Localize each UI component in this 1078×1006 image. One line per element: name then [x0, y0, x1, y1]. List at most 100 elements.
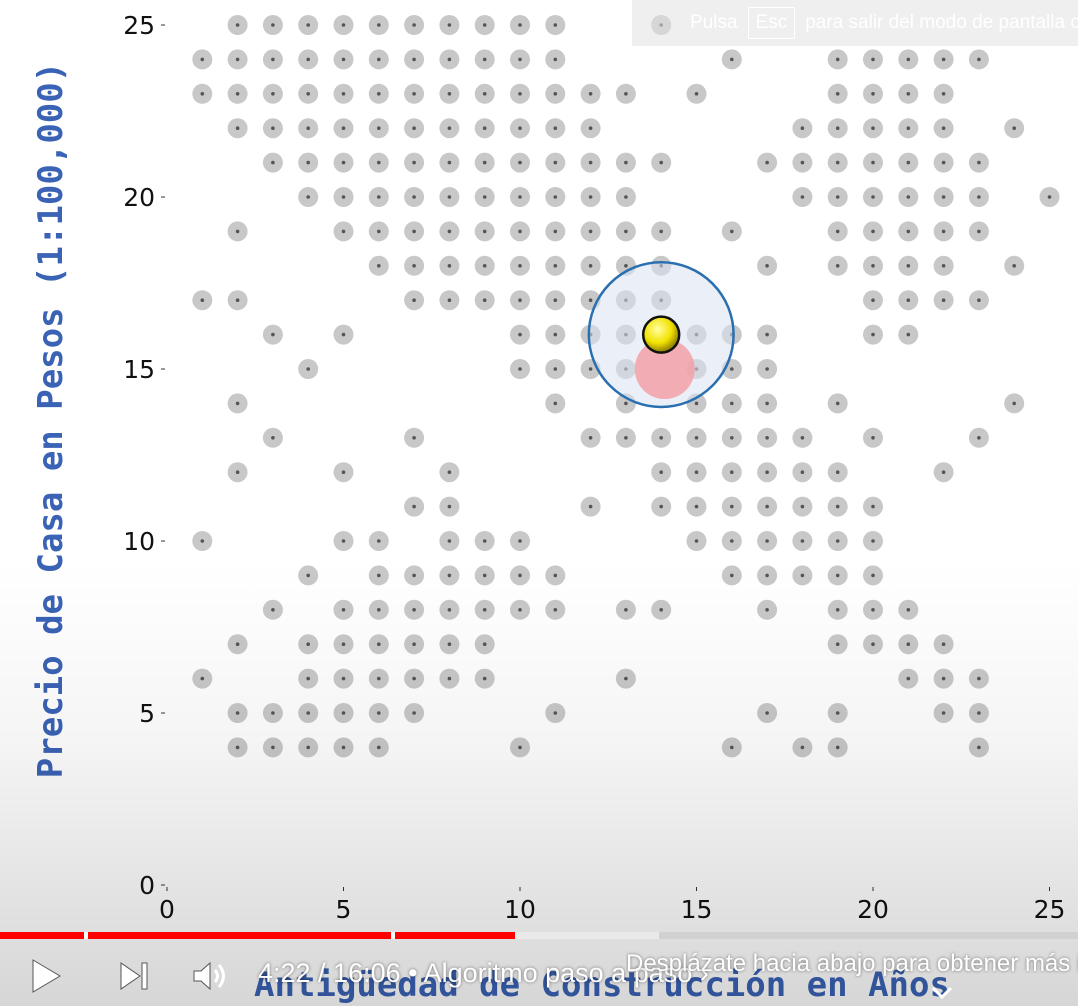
data-point-center: [518, 23, 522, 27]
data-point-center: [447, 126, 452, 130]
data-point-center: [306, 676, 311, 681]
x-tick-label: 25: [1034, 895, 1066, 924]
data-point-center: [835, 229, 840, 234]
data-point-center: [624, 264, 628, 268]
data-point: [474, 187, 495, 207]
data-point-center: [271, 160, 275, 165]
next-button[interactable]: [106, 945, 162, 1006]
video-frame[interactable]: 0 5 10 15 20 25 0 5 10 15 20 25 Precio de Casa en P…: [0, 0, 1078, 1006]
data-point: [192, 83, 213, 104]
data-point-center: [835, 539, 840, 543]
data-point: [898, 221, 919, 242]
data-point: [721, 737, 742, 758]
data-point-center: [235, 57, 240, 62]
data-point-center: [553, 229, 558, 234]
data-point-center: [447, 608, 452, 612]
data-point-center: [659, 229, 663, 234]
data-point: [757, 324, 778, 345]
data-point: [615, 427, 636, 448]
data-point-center: [800, 539, 805, 543]
data-point: [721, 393, 742, 414]
data-point-center: [235, 642, 240, 646]
data-point-center: [553, 23, 558, 27]
data-point: [827, 49, 848, 70]
data-point-center: [412, 195, 416, 199]
data-point: [510, 15, 530, 35]
mute-button[interactable]: [186, 945, 236, 1006]
data-point: [227, 290, 248, 311]
data-point-center: [235, 126, 240, 130]
data-point-center: [906, 298, 911, 303]
data-point-center: [482, 160, 487, 165]
data-point-center: [447, 57, 452, 62]
data-point-center: [518, 195, 522, 199]
data-point-center: [377, 539, 381, 543]
data-point-center: [553, 298, 558, 303]
data-point-center: [447, 539, 452, 543]
data-point-center: [871, 126, 875, 130]
data-point-center: [977, 711, 981, 715]
x-tick-label: 15: [681, 895, 713, 924]
data-point-center: [941, 711, 946, 715]
x-tick-label: 20: [857, 895, 889, 924]
data-point-center: [835, 573, 840, 578]
data-point-center: [624, 195, 628, 199]
data-point: [368, 15, 389, 35]
data-point-center: [730, 367, 734, 371]
data-point: [898, 255, 919, 276]
data-point-center: [235, 470, 240, 475]
data-point: [933, 703, 954, 723]
chevron-down-icon[interactable]: [930, 984, 954, 1002]
data-point: [439, 221, 460, 242]
data-point: [333, 187, 354, 207]
data-point: [298, 187, 319, 207]
play-button[interactable]: [18, 945, 74, 1006]
data-point: [792, 462, 813, 483]
data-point: [615, 83, 636, 104]
data-point-center: [941, 126, 946, 130]
data-point-center: [659, 470, 663, 475]
data-point-center: [377, 57, 381, 62]
data-point-center: [235, 229, 240, 234]
data-point-center: [518, 92, 522, 96]
data-point: [439, 496, 460, 517]
data-point-center: [941, 264, 946, 268]
data-point: [968, 152, 989, 173]
data-point: [262, 703, 283, 723]
data-point: [545, 152, 566, 173]
data-point-center: [377, 711, 381, 715]
y-tick-label: 10: [123, 527, 155, 556]
data-point-center: [447, 573, 452, 578]
data-point-center: [871, 539, 875, 543]
data-point-center: [200, 298, 205, 303]
data-point: [580, 221, 601, 242]
data-point: [439, 668, 460, 689]
data-point: [439, 634, 460, 655]
data-point-center: [800, 160, 805, 165]
next-icon: [120, 961, 148, 990]
data-point-center: [835, 160, 840, 165]
data-point-center: [412, 711, 416, 715]
volume-icon: [193, 961, 225, 990]
data-point: [933, 152, 954, 173]
data-point-center: [518, 367, 522, 371]
data-point: [933, 49, 954, 70]
data-point: [404, 49, 425, 70]
data-point-center: [765, 401, 769, 406]
data-point-center: [941, 92, 946, 96]
data-point: [898, 49, 919, 70]
data-point: [545, 255, 566, 276]
data-point: [933, 634, 954, 655]
data-point: [792, 565, 813, 586]
data-point-center: [200, 539, 205, 543]
data-point: [580, 496, 601, 517]
data-point-center: [377, 92, 381, 96]
progress-bar[interactable]: [0, 932, 1078, 939]
data-point-center: [518, 57, 522, 62]
data-point: [404, 255, 425, 276]
data-point: [968, 187, 989, 207]
data-point: [368, 531, 389, 551]
data-point: [757, 255, 778, 276]
data-point-center: [518, 573, 522, 578]
data-point: [474, 599, 495, 620]
